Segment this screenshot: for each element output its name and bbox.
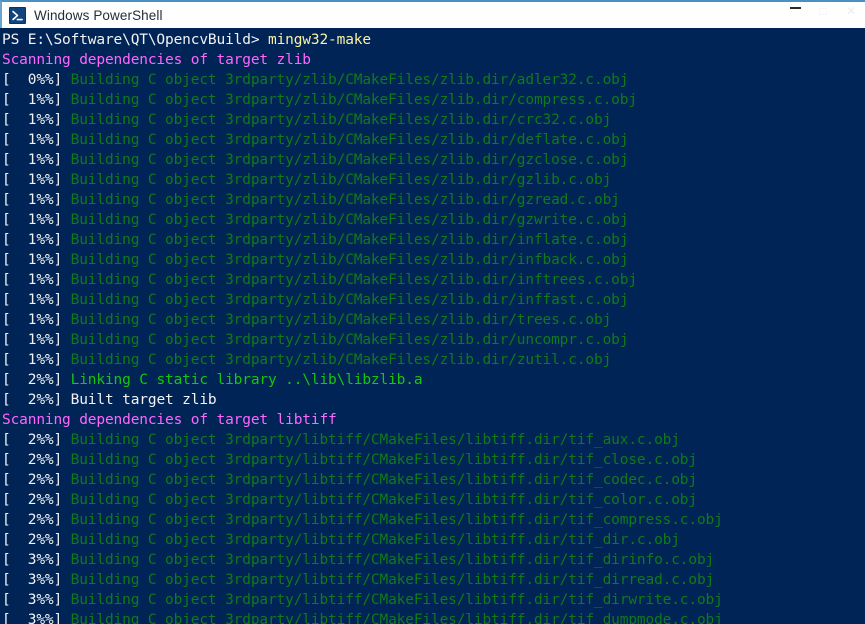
build-progress-line: [ 1%%] Building C object 3rdparty/zlib/C… [2,230,865,250]
build-progress-line: [ 1%%] Building C object 3rdparty/zlib/C… [2,170,865,190]
progress-percent: [ 1%%] [2,92,71,108]
close-button[interactable]: ✕ [837,1,865,21]
scanning-line: Scanning dependencies of target libtiff [2,410,865,430]
progress-message: Building C object 3rdparty/libtiff/CMake… [70,532,680,548]
minimize-button[interactable] [781,1,809,21]
prompt-command: mingw32-make [267,32,371,48]
build-progress-line: [ 1%%] Building C object 3rdparty/zlib/C… [2,130,865,150]
progress-message: Built target zlib [70,392,217,408]
progress-message: Linking C static library ..\lib\libzlib.… [70,372,423,388]
progress-percent: [ 2%%] [2,372,71,388]
progress-percent: [ 2%%] [2,472,71,488]
maximize-button[interactable]: □ [809,1,837,21]
build-progress-line: [ 3%%] Building C object 3rdparty/libtif… [2,570,865,590]
build-progress-line: [ 1%%] Building C object 3rdparty/zlib/C… [2,150,865,170]
progress-message: Building C object 3rdparty/zlib/CMakeFil… [70,292,629,308]
build-progress-line: [ 1%%] Building C object 3rdparty/zlib/C… [2,110,865,130]
progress-percent: [ 3%%] [2,552,71,568]
progress-message: Building C object 3rdparty/zlib/CMakeFil… [70,152,629,168]
progress-percent: [ 1%%] [2,352,71,368]
build-progress-line: [ 1%%] Building C object 3rdparty/zlib/C… [2,350,865,370]
progress-message: Building C object 3rdparty/zlib/CMakeFil… [70,72,629,88]
progress-percent: [ 1%%] [2,112,71,128]
progress-percent: [ 1%%] [2,172,71,188]
progress-message: Building C object 3rdparty/libtiff/CMake… [70,432,680,448]
build-progress-line: [ 1%%] Building C object 3rdparty/zlib/C… [2,250,865,270]
build-progress-line: [ 2%%] Building C object 3rdparty/libtif… [2,490,865,510]
progress-message: Building C object 3rdparty/zlib/CMakeFil… [70,332,629,348]
progress-percent: [ 2%%] [2,452,71,468]
progress-message: Building C object 3rdparty/libtiff/CMake… [70,492,697,508]
progress-message: Building C object 3rdparty/libtiff/CMake… [70,552,715,568]
progress-message: Building C object 3rdparty/zlib/CMakeFil… [70,312,612,328]
progress-percent: [ 2%%] [2,512,71,528]
build-progress-line: [ 3%%] Building C object 3rdparty/libtif… [2,550,865,570]
build-progress-line: [ 1%%] Building C object 3rdparty/zlib/C… [2,290,865,310]
progress-percent: [ 2%%] [2,492,71,508]
window-controls: □ ✕ [781,1,865,29]
scanning-text: Scanning dependencies of target zlib [2,52,311,68]
powershell-prompt-icon [9,6,26,24]
progress-percent: [ 1%%] [2,272,71,288]
scanning-line: Scanning dependencies of target zlib [2,50,865,70]
progress-percent: [ 1%%] [2,332,71,348]
console-output-area[interactable]: PS E:\Software\QT\OpencvBuild> mingw32-m… [0,28,865,624]
progress-percent: [ 1%%] [2,192,71,208]
build-progress-line: [ 0%%] Building C object 3rdparty/zlib/C… [2,70,865,90]
progress-percent: [ 1%%] [2,292,71,308]
progress-percent: [ 0%%] [2,72,71,88]
build-progress-line: [ 1%%] Building C object 3rdparty/zlib/C… [2,190,865,210]
prompt-path: PS E:\Software\QT\OpencvBuild> [2,32,268,48]
progress-percent: [ 1%%] [2,252,71,268]
progress-percent: [ 1%%] [2,232,71,248]
build-progress-line: [ 1%%] Building C object 3rdparty/zlib/C… [2,310,865,330]
progress-message: Building C object 3rdparty/zlib/CMakeFil… [70,252,629,268]
prompt-line: PS E:\Software\QT\OpencvBuild> mingw32-m… [2,30,865,50]
progress-message: Building C object 3rdparty/zlib/CMakeFil… [70,132,629,148]
progress-percent: [ 3%%] [2,612,71,624]
progress-percent: [ 2%%] [2,532,71,548]
progress-message: Building C object 3rdparty/libtiff/CMake… [70,452,697,468]
build-progress-line: [ 2%%] Building C object 3rdparty/libtif… [2,530,865,550]
build-progress-line: [ 3%%] Building C object 3rdparty/libtif… [2,610,865,624]
progress-message: Building C object 3rdparty/zlib/CMakeFil… [70,232,629,248]
progress-message: Building C object 3rdparty/libtiff/CMake… [70,512,723,528]
build-progress-line: [ 1%%] Building C object 3rdparty/zlib/C… [2,330,865,350]
progress-percent: [ 1%%] [2,212,71,228]
powershell-window: Windows PowerShell □ ✕ PS E:\Software\QT… [0,0,865,624]
progress-message: Building C object 3rdparty/zlib/CMakeFil… [70,172,612,188]
progress-message: Building C object 3rdparty/zlib/CMakeFil… [70,112,612,128]
progress-percent: [ 1%%] [2,152,71,168]
build-progress-line: [ 1%%] Building C object 3rdparty/zlib/C… [2,90,865,110]
build-progress-line: [ 2%%] Built target zlib [2,390,865,410]
progress-message: Building C object 3rdparty/libtiff/CMake… [70,592,723,608]
build-progress-line: [ 2%%] Linking C static library ..\lib\l… [2,370,865,390]
scanning-text: Scanning dependencies of target libtiff [2,412,337,428]
progress-message: Building C object 3rdparty/zlib/CMakeFil… [70,192,620,208]
progress-message: Building C object 3rdparty/zlib/CMakeFil… [70,212,629,228]
progress-message: Building C object 3rdparty/libtiff/CMake… [70,612,723,624]
build-progress-line: [ 2%%] Building C object 3rdparty/libtif… [2,470,865,490]
progress-percent: [ 3%%] [2,592,71,608]
build-progress-line: [ 2%%] Building C object 3rdparty/libtif… [2,430,865,450]
build-progress-line: [ 2%%] Building C object 3rdparty/libtif… [2,450,865,470]
build-progress-line: [ 3%%] Building C object 3rdparty/libtif… [2,590,865,610]
progress-percent: [ 3%%] [2,572,71,588]
progress-message: Building C object 3rdparty/zlib/CMakeFil… [70,92,637,108]
build-progress-line: [ 1%%] Building C object 3rdparty/zlib/C… [2,210,865,230]
progress-message: Building C object 3rdparty/zlib/CMakeFil… [70,272,637,288]
maximize-icon: □ [819,4,827,18]
progress-percent: [ 2%%] [2,392,71,408]
progress-percent: [ 1%%] [2,132,71,148]
progress-message: Building C object 3rdparty/libtiff/CMake… [70,572,715,588]
build-progress-line: [ 1%%] Building C object 3rdparty/zlib/C… [2,270,865,290]
window-titlebar[interactable]: Windows PowerShell □ ✕ [0,0,865,28]
progress-percent: [ 2%%] [2,432,71,448]
progress-message: Building C object 3rdparty/zlib/CMakeFil… [70,352,612,368]
window-title: Windows PowerShell [34,7,163,23]
close-icon: ✕ [845,4,857,18]
progress-message: Building C object 3rdparty/libtiff/CMake… [70,472,697,488]
progress-percent: [ 1%%] [2,312,71,328]
build-progress-line: [ 2%%] Building C object 3rdparty/libtif… [2,510,865,530]
